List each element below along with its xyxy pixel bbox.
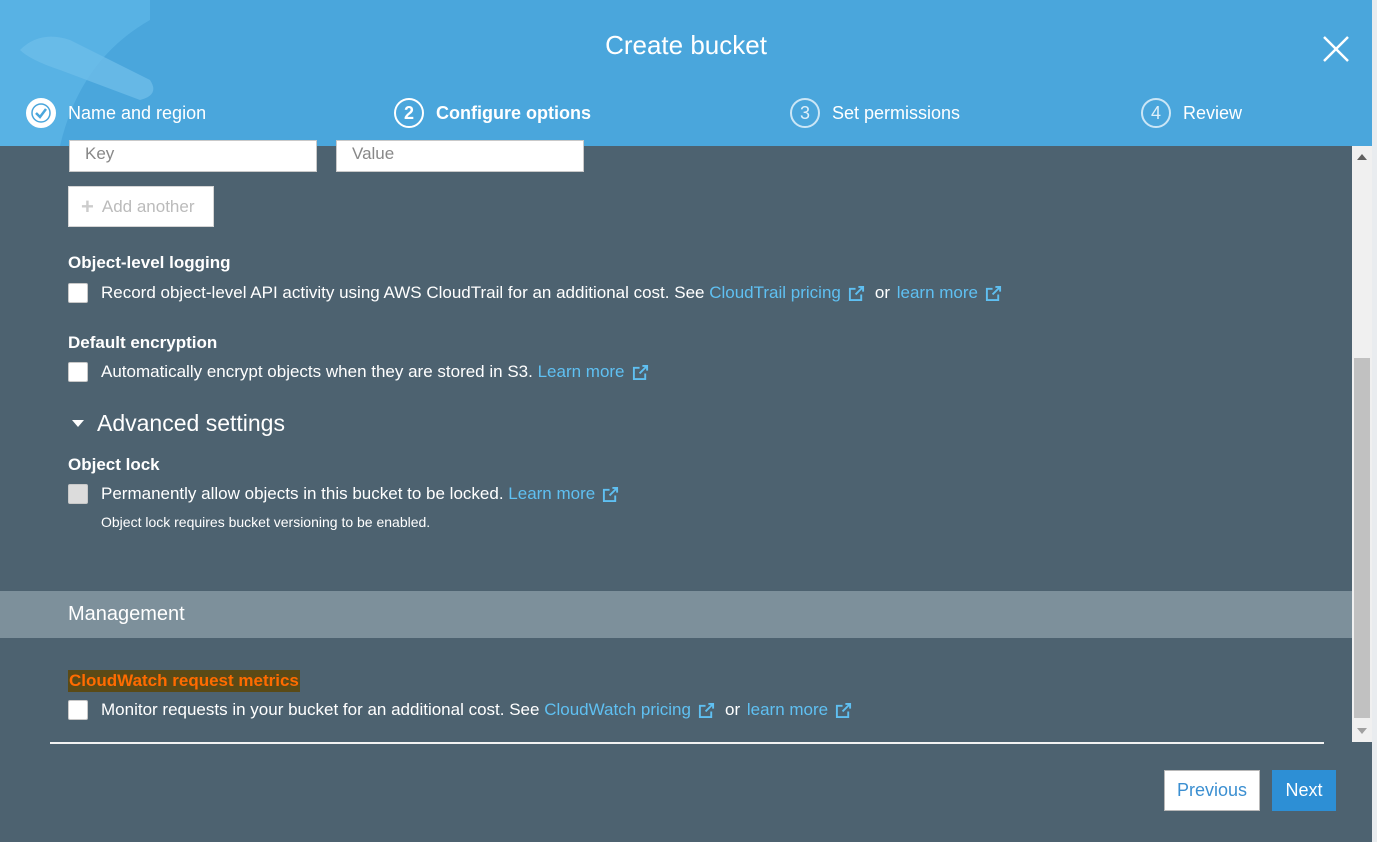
encryption-learn-more-link[interactable]: Learn more [538,362,625,382]
close-icon[interactable] [1320,33,1352,65]
checkmark-icon [26,98,56,128]
next-button[interactable]: Next [1272,770,1336,811]
or-text: or [874,283,890,302]
step-label: Review [1183,102,1243,123]
cloudtrail-pricing-link[interactable]: CloudTrail pricing [709,283,841,303]
tag-key-input[interactable]: Key [69,140,317,172]
object-lock-title: Object lock [68,455,160,474]
advanced-settings-label: Advanced settings [97,410,285,436]
object-lock-learn-more-link[interactable]: Learn more [508,484,595,504]
modal-title: Create bucket [605,30,767,60]
tag-value-input[interactable]: Value [336,140,584,172]
step-number: 3 [790,98,820,128]
object-lock-text: Permanently allow objects in this bucket… [101,484,504,503]
plus-icon: + [81,193,94,219]
management-section-header: Management [0,591,1352,638]
scroll-down-icon[interactable] [1357,728,1367,734]
cloudwatch-row: Monitor requests in your bucket for an a… [68,700,860,720]
caret-down-icon [72,420,84,427]
object-logging-text: Record object-level API activity using A… [101,283,705,302]
cloudwatch-pricing-link[interactable]: CloudWatch pricing [544,700,691,720]
external-link-icon [632,364,648,380]
object-lock-checkbox[interactable] [68,484,88,504]
encryption-checkbox[interactable] [68,362,88,382]
modal-header: Create bucket Name and region 2 Configur… [0,0,1372,146]
encryption-row: Automatically encrypt objects when they … [68,362,657,382]
step-set-permissions[interactable]: 3 Set permissions [790,96,960,130]
logging-learn-more-link[interactable]: learn more [897,283,978,303]
object-logging-title: Object-level logging [68,253,231,272]
external-link-icon [848,285,864,301]
footer-divider [50,742,1324,744]
window-edge [1372,0,1377,842]
step-label: Set permissions [832,102,961,123]
object-logging-row: Record object-level API activity using A… [68,283,1010,303]
scroll-thumb[interactable] [1354,358,1370,718]
step-label: Configure options [436,102,591,123]
external-link-icon [985,285,1002,301]
advanced-settings-toggle[interactable]: Advanced settings [72,410,285,437]
step-review[interactable]: 4 Review [1141,96,1242,130]
object-lock-row: Permanently allow objects in this bucket… [68,484,627,504]
or-text: or [724,700,741,719]
external-link-icon [836,702,852,718]
cloudwatch-checkbox[interactable] [68,700,88,720]
step-label: Name and region [68,102,207,123]
step-number: 4 [1141,98,1171,128]
step-configure-options[interactable]: 2 Configure options [394,96,591,130]
encryption-text: Automatically encrypt objects when they … [101,362,533,381]
cloudwatch-learn-more-link[interactable]: learn more [747,700,828,720]
external-link-icon [603,486,619,502]
add-another-label: Add another [101,196,195,216]
scrollbar[interactable] [1352,146,1372,742]
external-link-icon [698,702,715,718]
previous-button[interactable]: Previous [1164,770,1260,811]
object-logging-checkbox[interactable] [68,283,88,303]
management-title: Management [68,603,185,625]
object-lock-note: Object lock requires bucket versioning t… [101,514,431,530]
cloudwatch-text: Monitor requests in your bucket for an a… [101,700,540,719]
scroll-up-icon[interactable] [1357,154,1367,160]
add-another-button[interactable]: + Add another [68,186,214,227]
step-name-and-region[interactable]: Name and region [26,96,206,130]
modal-content: Key Value + Add another Object-level log… [0,140,1352,842]
cloudwatch-metrics-title: CloudWatch request metrics [68,670,300,692]
step-number: 2 [394,98,424,128]
default-encryption-title: Default encryption [68,333,218,352]
